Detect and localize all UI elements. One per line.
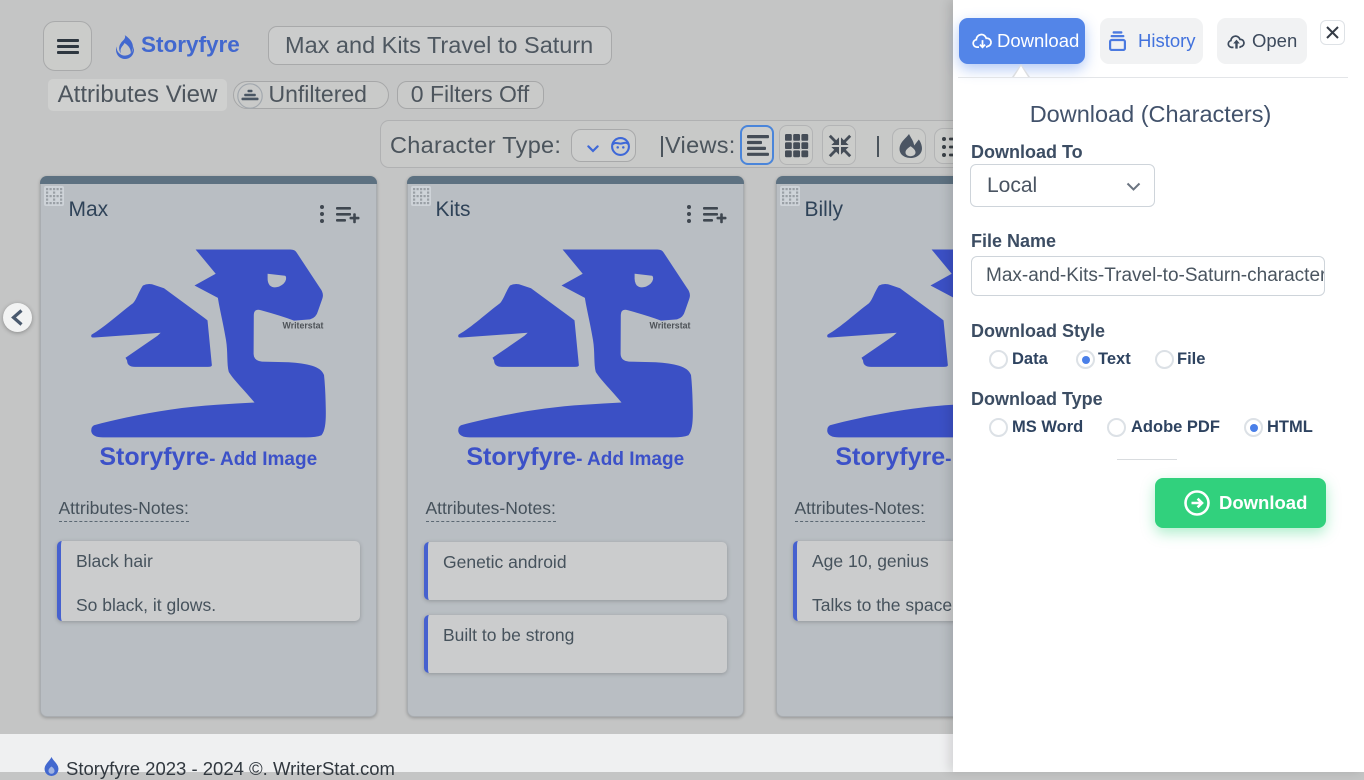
svg-text:Writerstat: Writerstat xyxy=(283,320,324,330)
svg-text:Writerstat: Writerstat xyxy=(650,320,691,330)
